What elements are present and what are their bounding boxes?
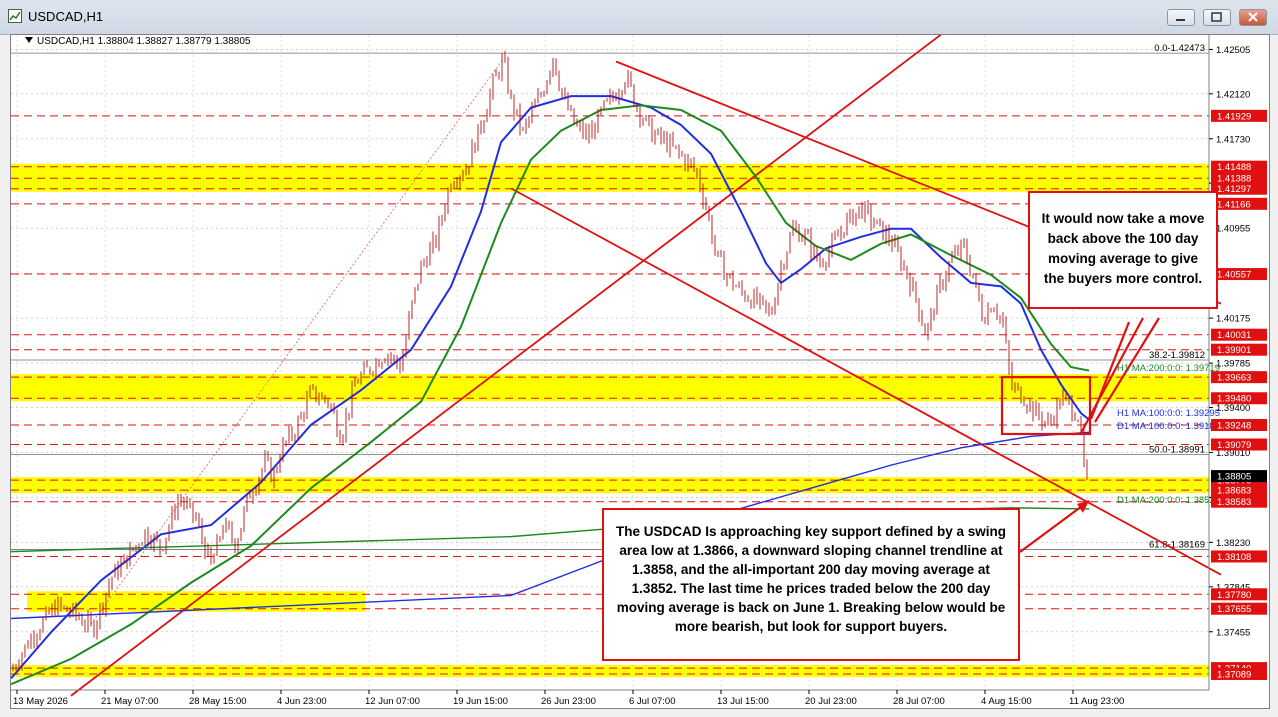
level-price-tag-label: 1.40031 <box>1217 330 1251 341</box>
level-price-tag-label: 1.38583 <box>1217 497 1251 508</box>
moving-average-label: H1 MA:200:0:0: 1.39719 <box>1117 363 1220 374</box>
price-chart[interactable]: 0.0-1.42473 38.2-1.39812 50.0-1.38991 61.8-… <box>10 34 1270 709</box>
price-axis-tick-label: 1.37455 <box>1216 627 1250 638</box>
level-price-tag-label: 1.41929 <box>1217 111 1251 122</box>
title-bar[interactable]: USDCAD,H1 <box>0 0 1278 35</box>
level-price-tag-label: 1.38683 <box>1217 486 1251 497</box>
level-price-tag-label: 1.37655 <box>1217 604 1251 615</box>
minimize-button[interactable] <box>1167 9 1195 26</box>
time-axis-tick-label: 28 Jul 07:00 <box>893 696 945 707</box>
level-price-tag-label: 1.39480 <box>1217 394 1251 405</box>
fib-level-label: 50.0-1.38991 <box>1149 445 1205 456</box>
time-axis-tick-label: 19 Jun 15:00 <box>453 696 508 707</box>
moving-average-label: D1 MA:100:0:0: 1.39185 <box>1117 421 1220 432</box>
symbol-ohlc-header: USDCAD,H1 1.38804 1.38827 1.38779 1.3880… <box>25 36 251 47</box>
support-zone <box>11 477 1209 494</box>
level-price-tag-label: 1.38108 <box>1217 552 1251 563</box>
time-axis-tick-label: 12 Jun 07:00 <box>365 696 420 707</box>
price-axis-tick-label: 1.40175 <box>1216 314 1250 325</box>
level-price-tag-label: 1.39901 <box>1217 345 1251 356</box>
time-axis-tick-label: 13 May 2026 <box>13 696 68 707</box>
arrowhead-icon <box>1077 500 1089 513</box>
level-price-tag-label: 1.40557 <box>1217 270 1251 281</box>
level-price-tag-label: 1.41488 <box>1217 162 1251 173</box>
current-price-tag-label: 1.38805 <box>1217 472 1251 483</box>
moving-average-label: D1 MA:200:0:0: 1.38520 <box>1117 495 1220 506</box>
ohlc-text: USDCAD,H1 1.38804 1.38827 1.38779 1.3880… <box>37 36 251 47</box>
level-price-tag-label: 1.39079 <box>1217 440 1251 451</box>
fib-level-label: 0.0-1.42473 <box>1154 43 1205 54</box>
level-price-tag-label: 1.39248 <box>1217 421 1251 432</box>
window-title: USDCAD,H1 <box>28 9 104 24</box>
price-axis-tick-label: 1.39785 <box>1216 359 1250 370</box>
time-axis-tick-label: 4 Jun 23:00 <box>277 696 327 707</box>
time-axis-tick-label: 21 May 07:00 <box>101 696 159 707</box>
restore-button[interactable] <box>1203 9 1231 26</box>
close-button[interactable] <box>1239 9 1267 26</box>
level-price-tag-label: 1.39663 <box>1217 373 1251 384</box>
dropdown-triangle-icon <box>25 37 33 43</box>
minimize-icon <box>1176 19 1185 21</box>
annotation-note-support: The USDCAD Is approaching key support de… <box>602 508 1020 661</box>
time-axis-tick-label: 4 Aug 15:00 <box>981 696 1032 707</box>
support-zone <box>11 665 1209 677</box>
terminal-window: USDCAD,H1 0.0-1.42473 38.2-1.39812 50.0-1.… <box>0 0 1278 717</box>
chart-app-icon <box>8 9 22 23</box>
close-icon <box>1248 12 1258 22</box>
level-price-tag-label: 1.41297 <box>1217 184 1251 195</box>
support-zone <box>11 163 1209 192</box>
price-axis-tick-label: 1.40955 <box>1216 224 1250 235</box>
fib-level-label: 38.2-1.39812 <box>1149 350 1205 361</box>
price-axis-tick-label: 1.38230 <box>1216 538 1250 549</box>
annotation-note-moving-average: It would now take a move back above the … <box>1028 191 1218 309</box>
time-axis-tick-label: 11 Aug 23:00 <box>1069 696 1124 707</box>
restore-icon <box>1211 12 1222 22</box>
moving-average-label: H1 MA:100:0:0: 1.39295 <box>1117 408 1220 419</box>
level-price-tag-label: 1.41166 <box>1217 199 1251 210</box>
level-price-tag-label: 1.37089 <box>1217 669 1251 680</box>
time-axis-tick-label: 13 Jul 15:00 <box>717 696 769 707</box>
price-axis-tick-label: 1.42505 <box>1216 45 1250 56</box>
time-axis-tick-label: 26 Jun 23:00 <box>541 696 596 707</box>
price-axis-tick-label: 1.42120 <box>1216 89 1250 100</box>
price-axis-tick-label: 1.41730 <box>1216 134 1250 145</box>
time-axis-tick-label: 28 May 15:00 <box>189 696 247 707</box>
level-price-tag-label: 1.37780 <box>1217 590 1251 601</box>
time-axis-tick-label: 6 Jul 07:00 <box>629 696 675 707</box>
time-axis-tick-label: 20 Jul 23:00 <box>805 696 857 707</box>
